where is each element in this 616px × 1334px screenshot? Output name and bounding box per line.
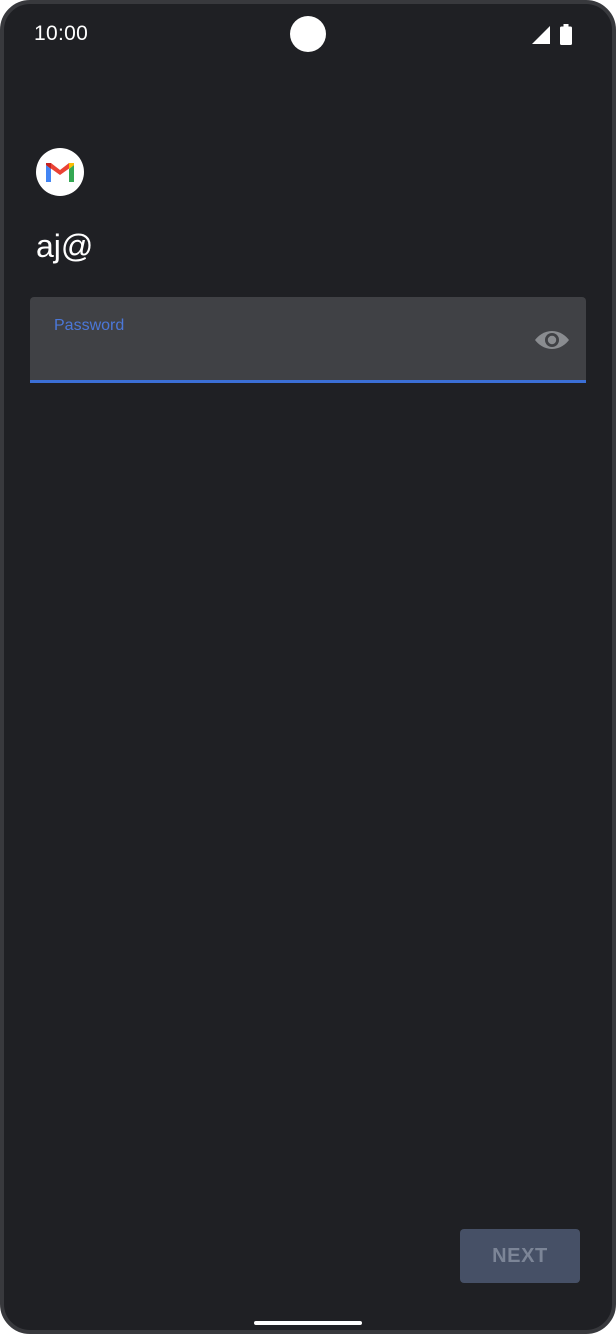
gmail-logo: [36, 148, 84, 196]
device-screen: 10:00 aj@ Password NEXT: [0, 0, 616, 1334]
password-field[interactable]: Password: [30, 297, 586, 383]
signal-icon: [532, 26, 550, 44]
password-label: Password: [54, 317, 125, 334]
gmail-icon: [46, 163, 74, 182]
status-bar: 10:00: [4, 4, 612, 66]
account-email: aj@: [36, 228, 94, 264]
clock: 10:00: [34, 22, 89, 45]
battery-icon: [560, 24, 572, 45]
home-indicator[interactable]: [254, 1321, 362, 1325]
eye-icon[interactable]: [534, 325, 570, 355]
next-button[interactable]: NEXT: [460, 1229, 580, 1283]
front-camera: [290, 16, 326, 52]
